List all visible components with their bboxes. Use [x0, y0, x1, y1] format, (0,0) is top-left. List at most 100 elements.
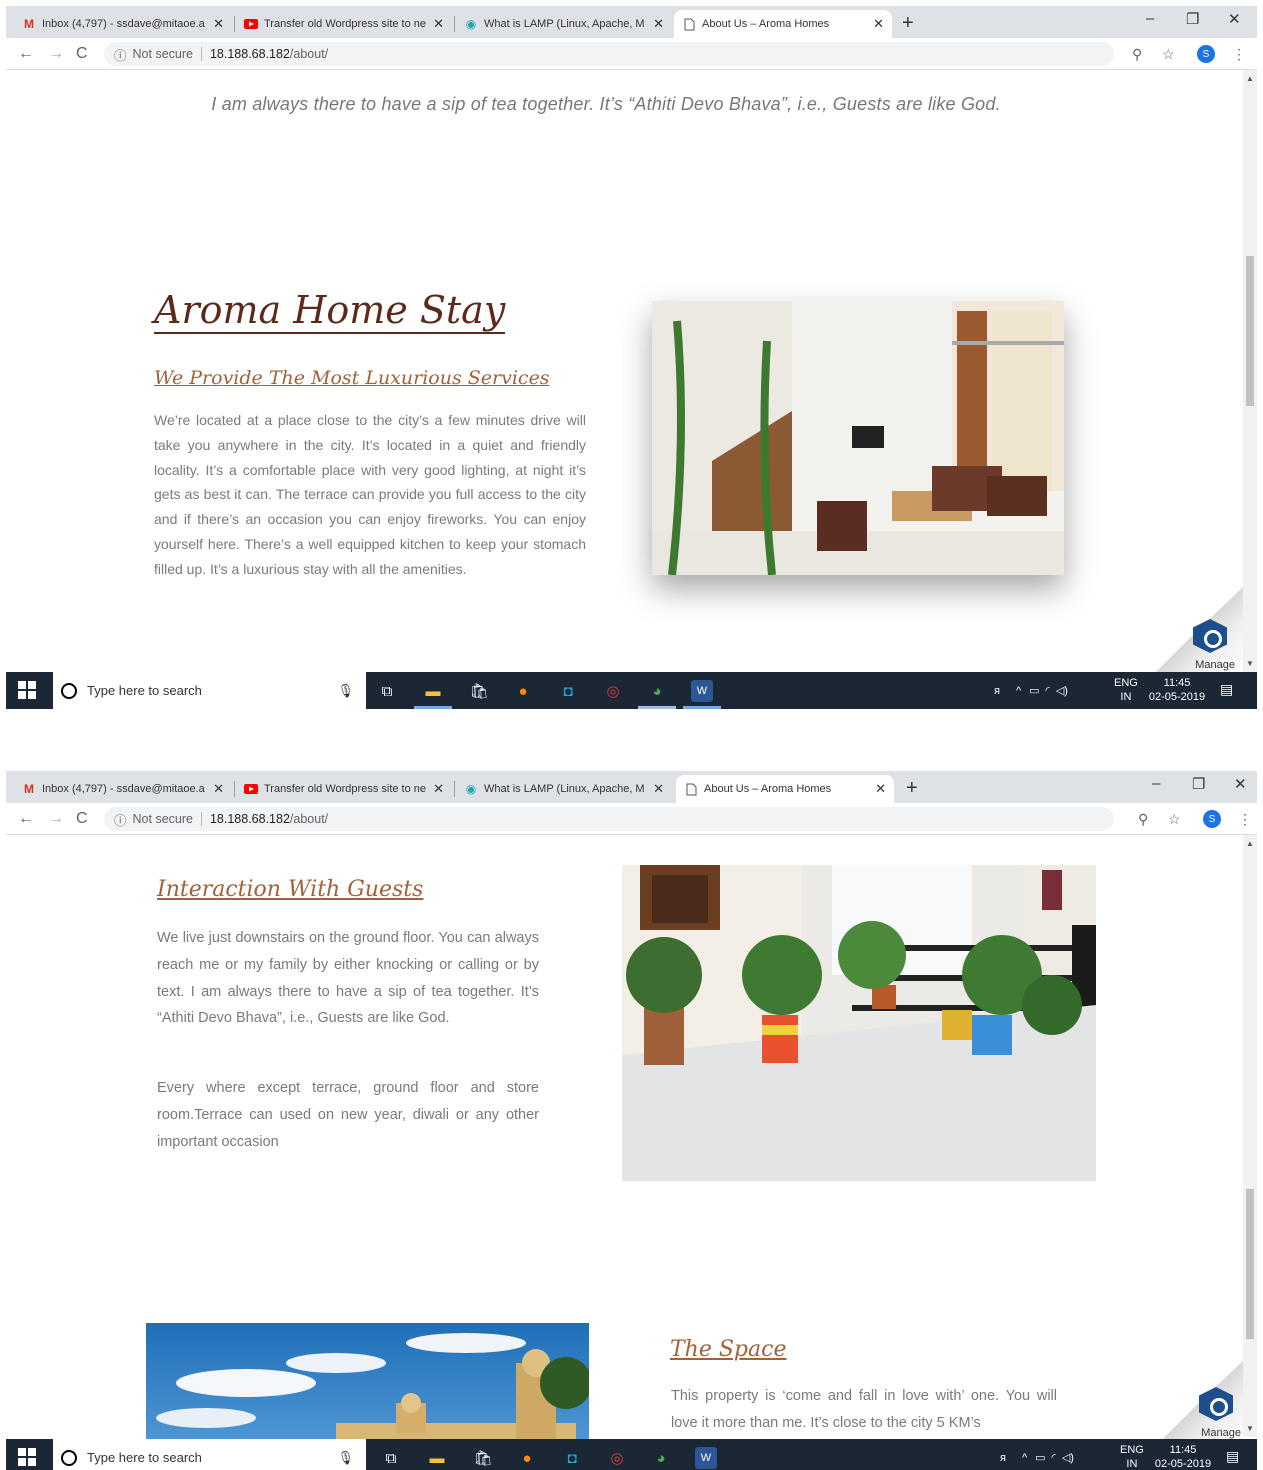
address-bar[interactable]: ⓘ Not secure 18.188.68.182 /about/	[104, 807, 1114, 831]
tab-lamp[interactable]: ◉ What is LAMP (Linux, Apache, M ✕	[456, 10, 672, 38]
back-icon[interactable]: ←	[18, 810, 34, 828]
reload-icon[interactable]: C	[76, 810, 88, 828]
tab-about-us[interactable]: About Us – Aroma Homes ✕	[674, 10, 892, 38]
tab-label: Inbox (4,797) - ssdave@mitaoe.a	[42, 783, 205, 795]
scroll-up-icon[interactable]: ▲	[1246, 74, 1254, 83]
app-icon[interactable]: ◘	[561, 1447, 583, 1469]
store-icon[interactable]: 🛍	[472, 1447, 494, 1469]
close-icon[interactable]: ✕	[213, 16, 224, 32]
taskbar-search[interactable]: Type here to search 🎙	[53, 1439, 366, 1470]
tab-lamp[interactable]: ◉ What is LAMP (Linux, Apache, M ✕	[456, 775, 672, 803]
close-icon[interactable]: ✕	[653, 781, 664, 797]
language-indicator[interactable]: ENG IN	[1120, 1443, 1144, 1470]
volume-icon[interactable]: ◁)	[1056, 684, 1068, 697]
manage-widget[interactable]: Manage	[1153, 587, 1243, 673]
language-indicator[interactable]: ENG IN	[1114, 676, 1138, 704]
wifi-icon[interactable]: ◜	[1046, 684, 1050, 697]
task-view-icon[interactable]: ⧉	[380, 1447, 402, 1469]
restore-icon[interactable]: ❐	[1186, 10, 1199, 28]
cortana-icon	[61, 682, 77, 699]
scroll-thumb[interactable]	[1246, 256, 1254, 406]
word-icon[interactable]: W	[691, 680, 713, 702]
app-icon[interactable]: ◘	[557, 680, 579, 702]
close-icon[interactable]: ✕	[433, 16, 444, 32]
battery-icon[interactable]: ▭	[1035, 1451, 1045, 1464]
close-window-icon[interactable]: ✕	[1228, 10, 1241, 28]
manage-widget[interactable]: Manage	[1159, 1355, 1249, 1441]
microphone-icon[interactable]: 🎙	[337, 683, 354, 699]
file-explorer-icon[interactable]: ▬	[426, 1447, 448, 1469]
close-window-icon[interactable]: ✕	[1234, 775, 1247, 793]
cortana-icon	[61, 1449, 77, 1466]
back-icon[interactable]: ←	[18, 45, 34, 63]
close-icon[interactable]: ✕	[213, 781, 224, 797]
file-explorer-icon[interactable]: ▬	[422, 680, 444, 702]
reload-icon[interactable]: C	[76, 45, 88, 63]
tab-strip: M Inbox (4,797) - ssdave@mitaoe.a ✕ Tran…	[6, 771, 1257, 803]
info-icon[interactable]: ⓘ	[114, 810, 127, 829]
menu-icon[interactable]: ⋮	[1232, 46, 1246, 63]
close-icon[interactable]: ✕	[875, 781, 886, 797]
chevron-up-icon[interactable]: ^	[1022, 1452, 1027, 1464]
close-icon[interactable]: ✕	[433, 781, 444, 797]
taskbar-search[interactable]: Type here to search 🎙	[53, 672, 366, 709]
tab-about-us[interactable]: About Us – Aroma Homes ✕	[676, 775, 894, 803]
wifi-icon[interactable]: ◜	[1052, 1451, 1056, 1464]
notification-icon[interactable]: ▤	[1220, 682, 1233, 696]
gmail-icon: M	[24, 782, 34, 796]
url-path: /about/	[289, 47, 329, 61]
balcony-plants-photo	[622, 865, 1096, 1181]
new-tab-button[interactable]: +	[906, 777, 918, 800]
scroll-thumb[interactable]	[1246, 1189, 1254, 1339]
zoom-icon[interactable]: ⚲	[1138, 811, 1148, 828]
chrome-icon[interactable]: ◕	[650, 1447, 672, 1469]
chrome-icon[interactable]: ◕	[646, 680, 668, 702]
windows-start-icon[interactable]	[18, 681, 36, 699]
people-icon[interactable]: ᴙ	[1000, 1452, 1006, 1464]
tab-gmail[interactable]: M Inbox (4,797) - ssdave@mitaoe.a ✕	[14, 775, 232, 803]
tab-label: Inbox (4,797) - ssdave@mitaoe.a	[42, 18, 205, 30]
app-icon[interactable]: ◎	[606, 1447, 628, 1469]
battery-icon[interactable]: ▭	[1029, 684, 1039, 697]
firefox-icon[interactable]: ●	[512, 680, 534, 702]
store-icon[interactable]: 🛍	[468, 680, 490, 702]
info-icon[interactable]: ⓘ	[114, 45, 127, 64]
people-icon[interactable]: ᴙ	[994, 685, 1000, 697]
bookmark-star-icon[interactable]: ☆	[1168, 811, 1181, 828]
chevron-up-icon[interactable]: ^	[1016, 685, 1021, 697]
tab-gmail[interactable]: M Inbox (4,797) - ssdave@mitaoe.a ✕	[14, 10, 232, 38]
firefox-icon[interactable]: ●	[516, 1447, 538, 1469]
volume-icon[interactable]: ◁)	[1062, 1451, 1074, 1464]
bookmark-star-icon[interactable]: ☆	[1162, 46, 1175, 63]
profile-avatar[interactable]: S	[1197, 45, 1215, 63]
tab-youtube[interactable]: Transfer old Wordpress site to ne ✕	[236, 775, 452, 803]
interaction-heading: Interaction With Guests	[157, 877, 424, 902]
minimize-icon[interactable]: –	[1152, 775, 1160, 792]
clock[interactable]: 11:45 02-05-2019	[1146, 676, 1208, 704]
vertical-scrollbar[interactable]: ▲ ▼	[1243, 835, 1257, 1437]
forward-icon[interactable]: →	[48, 810, 64, 828]
task-view-icon[interactable]: ⧉	[376, 680, 398, 702]
windows-start-icon[interactable]	[18, 1448, 36, 1466]
zoom-icon[interactable]: ⚲	[1132, 46, 1142, 63]
close-icon[interactable]: ✕	[873, 16, 884, 32]
restore-icon[interactable]: ❐	[1192, 775, 1205, 793]
forward-icon[interactable]: →	[48, 45, 64, 63]
scroll-down-icon[interactable]: ▼	[1246, 1424, 1254, 1433]
page-icon	[684, 782, 698, 796]
microphone-icon[interactable]: 🎙	[337, 1450, 354, 1466]
menu-icon[interactable]: ⋮	[1238, 811, 1252, 828]
profile-avatar[interactable]: S	[1203, 810, 1221, 828]
word-icon[interactable]: W	[695, 1447, 717, 1469]
address-bar[interactable]: ⓘ Not secure 18.188.68.182 /about/	[104, 42, 1114, 66]
new-tab-button[interactable]: +	[902, 12, 914, 35]
tab-youtube[interactable]: Transfer old Wordpress site to ne ✕	[236, 10, 452, 38]
minimize-icon[interactable]: –	[1146, 10, 1154, 27]
scroll-up-icon[interactable]: ▲	[1246, 839, 1254, 848]
notification-icon[interactable]: ▤	[1226, 1449, 1239, 1463]
close-icon[interactable]: ✕	[653, 16, 664, 32]
vertical-scrollbar[interactable]: ▲ ▼	[1243, 70, 1257, 672]
scroll-down-icon[interactable]: ▼	[1246, 659, 1254, 668]
app-icon[interactable]: ◎	[602, 680, 624, 702]
clock[interactable]: 11:45 02-05-2019	[1152, 1443, 1214, 1470]
